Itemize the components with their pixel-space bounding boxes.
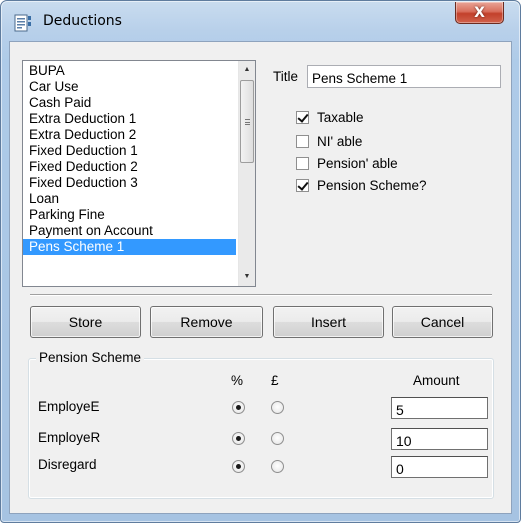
close-icon: X: [474, 4, 485, 21]
pound-column-header: £: [271, 373, 279, 388]
title-bar[interactable]: Deductions X: [1, 1, 520, 41]
title-label: Title: [273, 69, 299, 84]
employee-pound-radio[interactable]: [271, 401, 284, 414]
pension-scheme-checkbox[interactable]: [296, 178, 309, 192]
cancel-button[interactable]: Cancel: [392, 306, 493, 338]
insert-button[interactable]: Insert: [273, 306, 384, 338]
employer-label: EmployeR: [38, 430, 101, 445]
list-item[interactable]: Parking Fine: [23, 207, 236, 223]
employer-percent-radio[interactable]: [232, 432, 245, 445]
scroll-up-icon[interactable]: ▲: [239, 62, 255, 78]
window-title: Deductions: [43, 13, 122, 29]
store-button[interactable]: Store: [30, 306, 141, 338]
employer-pound-radio[interactable]: [271, 432, 284, 445]
pension-able-option[interactable]: Pension' able: [296, 155, 398, 171]
pension-able-checkbox[interactable]: [296, 156, 309, 170]
list-item[interactable]: Extra Deduction 1: [23, 111, 236, 127]
pension-able-label: Pension' able: [317, 155, 398, 171]
form-icon: [14, 14, 31, 32]
group-title: Pension Scheme: [36, 350, 145, 365]
list-item[interactable]: BUPA: [23, 63, 236, 79]
remove-button[interactable]: Remove: [150, 306, 263, 338]
dialog-body: BUPA Car Use Cash Paid Extra Deduction 1…: [9, 41, 512, 514]
ni-able-label: NI' able: [317, 133, 363, 149]
list-item[interactable]: Loan: [23, 191, 236, 207]
pension-scheme-option[interactable]: Pension Scheme?: [296, 177, 427, 193]
ni-able-option[interactable]: NI' able: [296, 133, 362, 149]
disregard-pound-radio[interactable]: [271, 460, 284, 473]
employer-amount-input[interactable]: [391, 428, 488, 450]
employee-percent-radio[interactable]: [232, 401, 245, 414]
disregard-label: Disregard: [38, 457, 97, 472]
list-item[interactable]: Fixed Deduction 2: [23, 159, 236, 175]
list-scrollbar[interactable]: ▲ ▼: [238, 61, 255, 286]
deductions-window: Deductions X BUPA Car Use Cash Paid Extr…: [0, 0, 521, 523]
disregard-amount-input[interactable]: [391, 456, 488, 478]
pension-scheme-label: Pension Scheme?: [317, 177, 427, 193]
taxable-label: Taxable: [317, 109, 364, 125]
list-item[interactable]: Cash Paid: [23, 95, 236, 111]
list-item[interactable]: Payment on Account: [23, 223, 236, 239]
title-input[interactable]: [307, 65, 501, 88]
divider: [30, 294, 492, 296]
disregard-percent-radio[interactable]: [232, 460, 245, 473]
list-item[interactable]: Car Use: [23, 79, 236, 95]
taxable-option[interactable]: Taxable: [296, 109, 364, 125]
list-item[interactable]: Fixed Deduction 1: [23, 143, 236, 159]
percent-column-header: %: [231, 373, 244, 388]
ni-able-checkbox[interactable]: [296, 134, 309, 148]
deductions-listbox[interactable]: BUPA Car Use Cash Paid Extra Deduction 1…: [22, 60, 256, 287]
list-item[interactable]: Extra Deduction 2: [23, 127, 236, 143]
employee-label: EmployeE: [38, 399, 100, 414]
taxable-checkbox[interactable]: [296, 110, 309, 124]
grip-icon: [245, 119, 250, 125]
close-button[interactable]: X: [455, 2, 504, 24]
employee-amount-input[interactable]: [391, 397, 488, 419]
scroll-thumb[interactable]: [240, 80, 254, 163]
list-item-selected[interactable]: Pens Scheme 1: [23, 239, 236, 255]
scroll-down-icon[interactable]: ▼: [239, 269, 255, 285]
list-item[interactable]: Fixed Deduction 3: [23, 175, 236, 191]
amount-column-header: Amount: [413, 373, 460, 388]
